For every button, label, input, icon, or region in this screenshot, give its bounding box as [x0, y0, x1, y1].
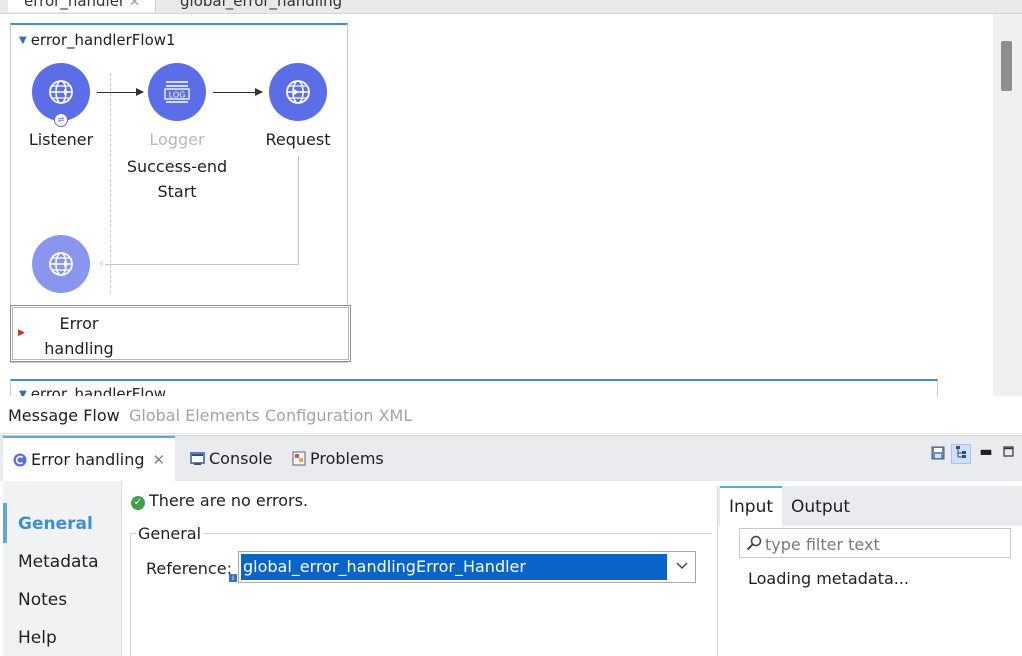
reference-value[interactable]: global_error_handlingError_Handler [241, 554, 667, 580]
metadata-panel: Input Output Loading metadata... [717, 486, 1022, 656]
listener-response-node[interactable] [32, 235, 90, 293]
editor-tab-strip: error_handler ✕ global_error_handling [0, 0, 1022, 14]
tab-message-flow[interactable]: Message Flow [8, 406, 120, 425]
close-icon[interactable]: ✕ [129, 0, 140, 10]
minimize-icon[interactable]: ▬ [976, 442, 996, 462]
group-title: General [136, 524, 204, 543]
search-icon [746, 535, 762, 551]
flow-container-2[interactable]: ▼ error_handlerFlow [10, 379, 938, 396]
mule-component-icon [13, 440, 27, 484]
chevron-down-icon[interactable] [675, 558, 689, 572]
source-separator [110, 73, 111, 293]
return-path-vertical [298, 156, 299, 264]
tab-console[interactable]: Console [180, 436, 273, 482]
filter-input[interactable] [765, 533, 1005, 555]
metadata-tabs: Input Output [718, 486, 1022, 526]
listener-label: Listener [28, 130, 94, 149]
metadata-filter[interactable] [739, 528, 1011, 558]
flow-title[interactable]: ▼ error_handlerFlow1 [19, 31, 176, 49]
editor-view-tabs: Message Flow Global Elements Configurati… [0, 396, 1022, 434]
close-icon[interactable]: ✕ [153, 451, 166, 469]
tree-view-icon[interactable] [951, 444, 971, 464]
logger-label: Logger [149, 130, 205, 149]
tab-configuration-xml[interactable]: Configuration XML [265, 406, 412, 425]
logger-subtitle-line1: Success-end [126, 157, 228, 176]
flow-arrow [97, 88, 144, 96]
error-handling-label-line1: Error [59, 314, 99, 333]
expand-triangle-icon[interactable]: ▶ [18, 328, 25, 338]
canvas-vertical-scrollbar[interactable] [993, 14, 1022, 396]
reference-label: Reference: [146, 559, 232, 578]
request-label: Request [265, 130, 331, 149]
flow-arrow [213, 88, 263, 96]
reference-select[interactable]: global_error_handlingError_Handler [238, 551, 696, 583]
metadata-loading-text: Loading metadata... [748, 569, 910, 588]
tab-output[interactable]: Output [782, 486, 859, 526]
tab-input[interactable]: Input [720, 486, 783, 526]
panel-tab-bar: Error handling ✕ Console Problems ▬ [0, 435, 1022, 482]
properties-panel: General Metadata Notes Help ✓ There are n… [0, 481, 1022, 656]
flow-title-2[interactable]: ▼ error_handlerFlow [19, 385, 166, 396]
editor-tab-label: error_handler [24, 0, 126, 10]
logger-node[interactable]: LOG [148, 63, 206, 121]
tab-global-elements[interactable]: Global Elements [129, 406, 260, 425]
active-section-marker [3, 503, 7, 543]
globe-icon [49, 80, 73, 104]
error-handling-section[interactable]: ▶ Error handling [10, 305, 351, 362]
validation-status: ✓ There are no errors. [131, 491, 308, 510]
collapse-triangle-icon[interactable]: ▼ [19, 35, 27, 46]
side-nav-metadata[interactable]: Metadata [18, 552, 99, 572]
general-group: General Reference: i global_error_handli… [130, 524, 712, 656]
save-icon[interactable] [928, 446, 948, 466]
tab-error-handling[interactable]: Error handling ✕ [3, 436, 175, 482]
side-nav-general[interactable]: General [18, 514, 93, 534]
scrollbar-thumb[interactable] [1001, 41, 1012, 91]
logger-subtitle-line2: Start [157, 182, 197, 201]
flow-canvas[interactable]: ▼ error_handlerFlow1 ⇌ Listener LOG Logg… [0, 14, 993, 396]
side-nav-help[interactable]: Help [18, 628, 57, 648]
error-handling-label-line2: handling [44, 339, 114, 358]
side-nav-notes[interactable]: Notes [18, 590, 67, 610]
info-icon: i [229, 574, 237, 582]
properties-side-nav: General Metadata Notes Help [3, 481, 122, 656]
log-icon: LOG [164, 81, 190, 103]
globe-icon [286, 80, 310, 104]
check-icon: ✓ [131, 496, 145, 510]
tab-problems[interactable]: Problems [282, 436, 384, 482]
return-arrow-icon: ‹ [99, 256, 104, 270]
console-icon [190, 438, 205, 484]
svg-text:LOG: LOG [169, 91, 186, 100]
request-node[interactable] [269, 63, 327, 121]
globe-icon [49, 252, 73, 276]
collapse-triangle-icon[interactable]: ▼ [19, 389, 27, 396]
editor-tab-label: global_error_handling [180, 0, 343, 10]
transform-badge-icon: ⇌ [54, 113, 68, 127]
return-path-horizontal [105, 264, 299, 265]
editor-tab-global-error-handling[interactable]: global_error_handling [180, 0, 342, 12]
maximize-icon[interactable] [998, 444, 1018, 464]
problems-icon [292, 438, 306, 484]
editor-tab-error-handler[interactable]: error_handler ✕ [8, 0, 156, 12]
